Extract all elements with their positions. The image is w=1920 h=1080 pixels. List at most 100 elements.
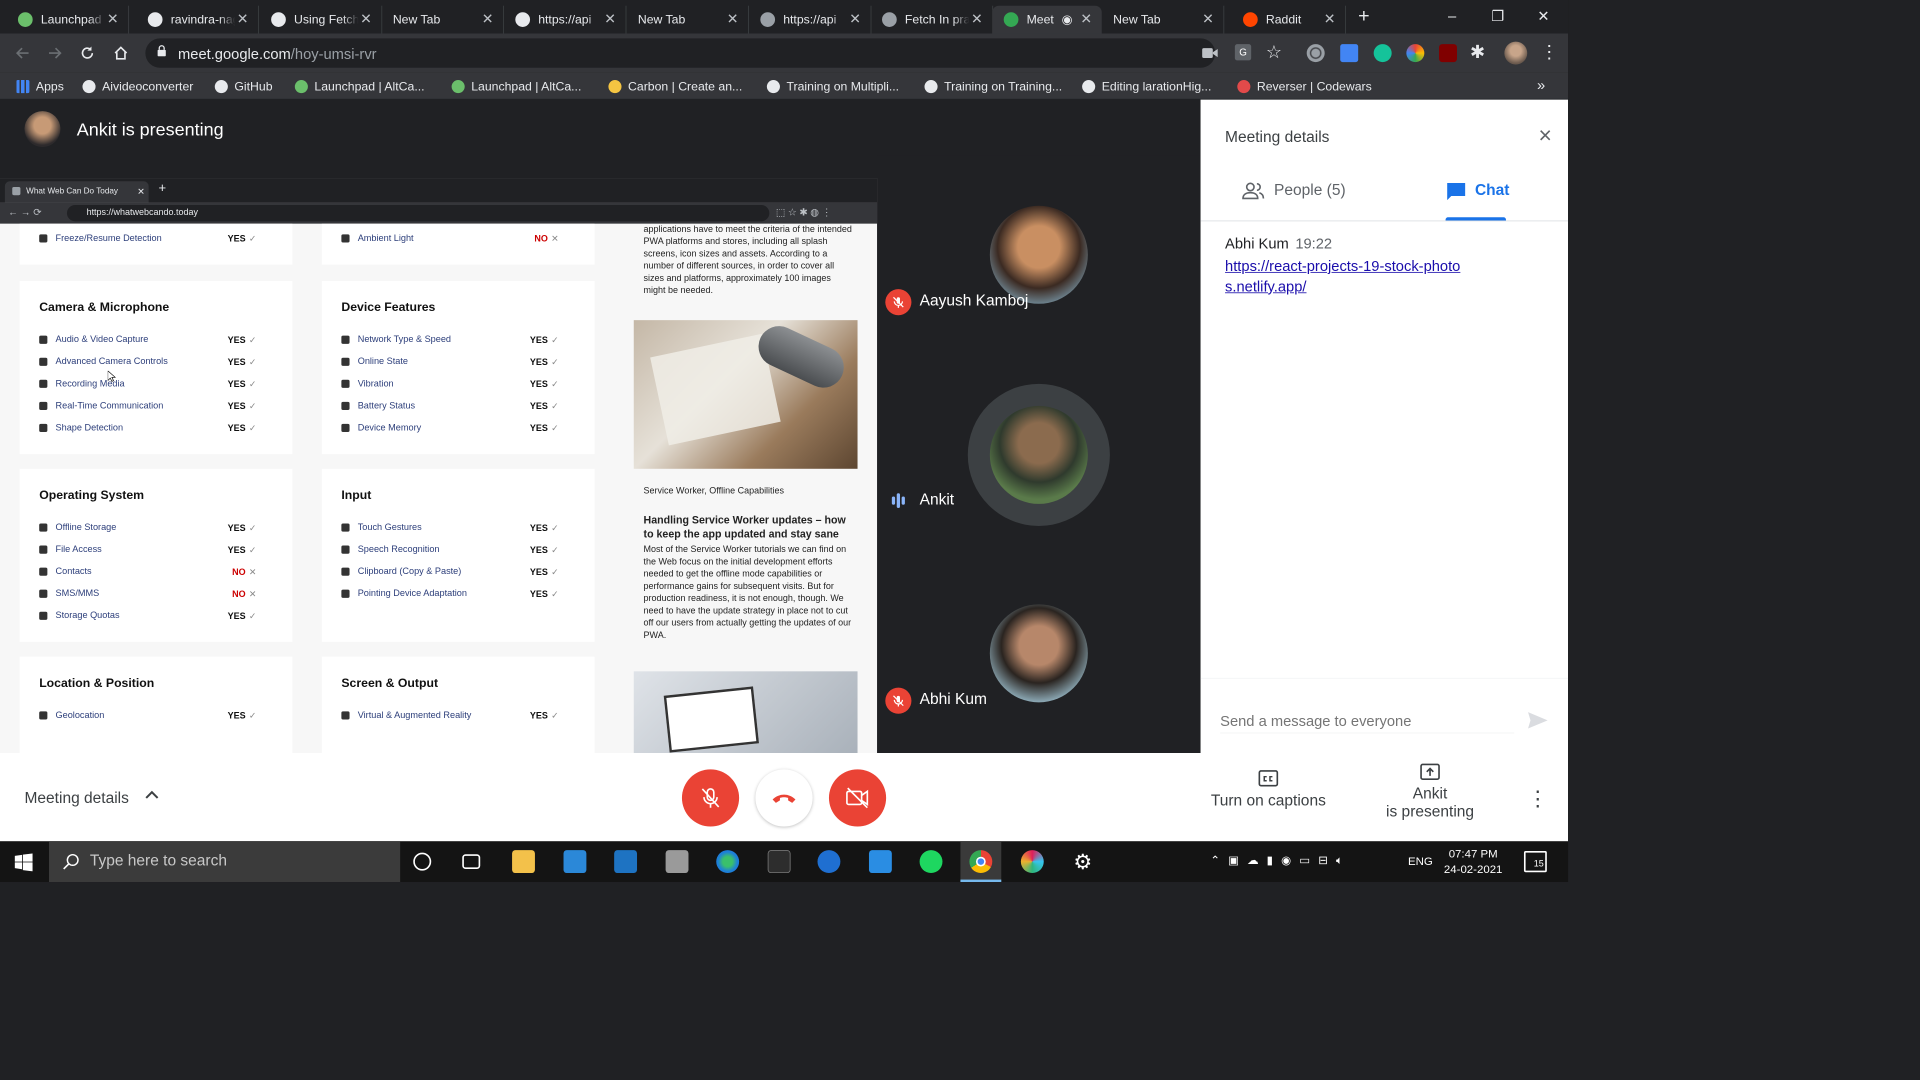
spotify-icon[interactable] <box>919 850 943 874</box>
bookmark-favicon-icon <box>451 80 465 94</box>
browser-tab[interactable]: Using Fetch ✕ <box>260 5 383 34</box>
bookmark-item[interactable]: Launchpad | AltCa... <box>294 78 425 96</box>
browser-tab-title: ravindra-nagar <box>170 12 236 27</box>
feature-row: Pointing Device Adaptation YES ✓ <box>341 586 578 602</box>
feature-card-title: Location & Position <box>39 676 155 691</box>
browser-tab[interactable]: https://api ✕ <box>504 5 627 34</box>
bookmark-item[interactable]: Training on Training... <box>924 78 1062 96</box>
close-tab-icon[interactable]: ✕ <box>1322 11 1337 27</box>
edge-icon[interactable] <box>716 850 740 874</box>
back-icon[interactable] <box>11 42 34 65</box>
bookmark-item[interactable]: Training on Multipli... <box>766 78 899 96</box>
browser-tab[interactable]: New Tab ✕ <box>381 5 504 34</box>
feature-support-value: YES ✓ <box>529 710 559 721</box>
send-icon[interactable] <box>1522 706 1551 735</box>
close-tab-icon[interactable]: ✕ <box>1201 11 1216 27</box>
close-tab-icon[interactable]: ✕ <box>725 11 740 27</box>
terminal-icon[interactable] <box>767 850 791 874</box>
close-tab-icon[interactable]: ✕ <box>359 11 374 27</box>
translate-icon[interactable]: G <box>1234 44 1252 61</box>
google-translate-icon[interactable] <box>1340 44 1359 63</box>
bookmark-item[interactable]: Aivideoconverter <box>82 78 193 96</box>
extensions-puzzle-icon[interactable]: ✱ <box>1470 42 1485 63</box>
close-tab-icon[interactable]: ✕ <box>848 11 863 27</box>
meeting-details-button[interactable]: Meeting details <box>25 790 129 808</box>
chrome-taskbar-active[interactable] <box>960 841 1002 883</box>
bookmark-star-icon[interactable]: ☆ <box>1266 42 1282 63</box>
ublock-icon[interactable] <box>1439 44 1457 63</box>
bookmark-item[interactable]: GitHub <box>214 78 273 96</box>
close-tab-icon[interactable]: ✕ <box>480 11 495 27</box>
close-panel-icon[interactable]: × <box>1530 121 1559 150</box>
browser-tab[interactable]: Meet ◉ ✕ <box>992 5 1102 34</box>
feature-label: File Access <box>55 544 102 555</box>
bookmark-item[interactable]: Carbon | Create an... <box>608 78 742 96</box>
presenting-button[interactable]: Ankit is presenting <box>1372 763 1488 822</box>
browser-tab[interactable]: ravindra-nagar✕ <box>136 5 259 34</box>
browser-tab[interactable]: Fetch In practice✕ <box>871 5 994 34</box>
address-bar[interactable]: meet.google.com/hoy-umsi-rvr <box>145 38 1216 68</box>
forward-icon[interactable] <box>43 42 66 65</box>
browser-tab[interactable]: New Tab ✕ <box>1102 5 1225 34</box>
bookmark-label: Reverser | Codewars <box>1256 79 1372 94</box>
reload-icon[interactable] <box>76 42 99 65</box>
chat-message-link[interactable]: https://react-projects-19-stock-photos.n… <box>1225 256 1470 297</box>
tab-people[interactable]: People (5) <box>1241 158 1346 223</box>
leave-call-button[interactable] <box>755 769 813 827</box>
bookmark-item[interactable]: Apps <box>16 78 64 96</box>
store-icon[interactable] <box>563 850 587 874</box>
bookmark-label: Apps <box>35 79 64 94</box>
browser-tab[interactable]: Raddit ✕ <box>1232 5 1346 34</box>
close-tab-icon[interactable]: ✕ <box>603 11 618 27</box>
slack-icon[interactable] <box>1020 850 1044 874</box>
windows-start-icon[interactable] <box>14 853 33 872</box>
firefox-icon[interactable] <box>817 850 841 874</box>
bookmark-item[interactable]: Editing larationHig... <box>1082 78 1211 96</box>
chrome-menu-icon[interactable]: ⋮ <box>1540 42 1558 63</box>
color-picker-icon[interactable] <box>1406 44 1425 63</box>
home-icon[interactable] <box>109 42 132 65</box>
chat-message-input[interactable] <box>1220 710 1515 734</box>
file-explorer-icon[interactable] <box>512 850 535 874</box>
taskbar-search[interactable]: Type here to search <box>49 841 401 883</box>
browser-tab-strip: Launchpad | AltCampus✕ravindra-nagar✕Usi… <box>0 0 1569 34</box>
mic-toggle-button[interactable] <box>681 769 740 827</box>
restore-button[interactable]: ❐ <box>1477 0 1519 33</box>
windows-taskbar: Type here to search ⚙ ⌃▣☁▮◉▭⊟🔈︎ ENG 07:4… <box>0 841 1569 883</box>
browser-tab-title: https://api <box>783 12 837 27</box>
more-options-icon[interactable]: ⋮ <box>1527 786 1548 811</box>
new-tab-button[interactable]: + <box>1352 5 1377 30</box>
close-tab-icon[interactable]: ✕ <box>969 11 984 27</box>
taskbar-clock[interactable]: 07:47 PM 24-02-2021 <box>1444 846 1502 877</box>
photos-icon[interactable] <box>665 850 689 874</box>
camera-icon[interactable] <box>1201 46 1219 61</box>
tab-chat[interactable]: Chat <box>1446 158 1509 223</box>
more-bookmarks-button[interactable]: » <box>1537 77 1545 94</box>
language-indicator[interactable]: ENG <box>1408 854 1433 867</box>
profile-avatar[interactable] <box>1504 41 1528 65</box>
settings-gear-icon[interactable]: ⚙ <box>1072 850 1095 873</box>
browser-tab[interactable]: Launchpad | AltCampus✕ <box>7 5 130 34</box>
vscode-icon[interactable] <box>868 850 892 874</box>
people-icon <box>1242 182 1265 200</box>
react-devtools-icon[interactable] <box>1306 44 1325 63</box>
camera-toggle-button[interactable] <box>828 769 887 827</box>
participant-avatar-2 <box>989 405 1088 504</box>
bookmark-item[interactable]: Launchpad | AltCa... <box>451 78 581 96</box>
chevron-up-icon[interactable] <box>142 786 162 806</box>
close-tab-icon[interactable]: ✕ <box>235 11 250 27</box>
browser-tab[interactable]: https://api ✕ <box>749 5 872 34</box>
notification-center-icon[interactable]: 15 <box>1523 851 1547 873</box>
cortana-icon[interactable] <box>413 852 432 871</box>
minimize-button[interactable]: – <box>1431 0 1473 33</box>
close-tab-icon[interactable]: ✕ <box>1079 11 1094 27</box>
task-view-icon[interactable] <box>462 854 481 869</box>
mail-icon[interactable] <box>614 850 638 874</box>
captions-button[interactable]: Turn on captions <box>1207 769 1330 810</box>
close-tab-icon[interactable]: ✕ <box>105 11 120 27</box>
close-window-button[interactable]: ✕ <box>1522 0 1564 33</box>
grammarly-icon[interactable] <box>1373 44 1392 63</box>
system-tray-icons[interactable]: ⌃▣☁▮◉▭⊟🔈︎ <box>1210 853 1351 867</box>
browser-tab[interactable]: New Tab ✕ <box>626 5 749 34</box>
bookmark-item[interactable]: Reverser | Codewars <box>1237 78 1372 96</box>
